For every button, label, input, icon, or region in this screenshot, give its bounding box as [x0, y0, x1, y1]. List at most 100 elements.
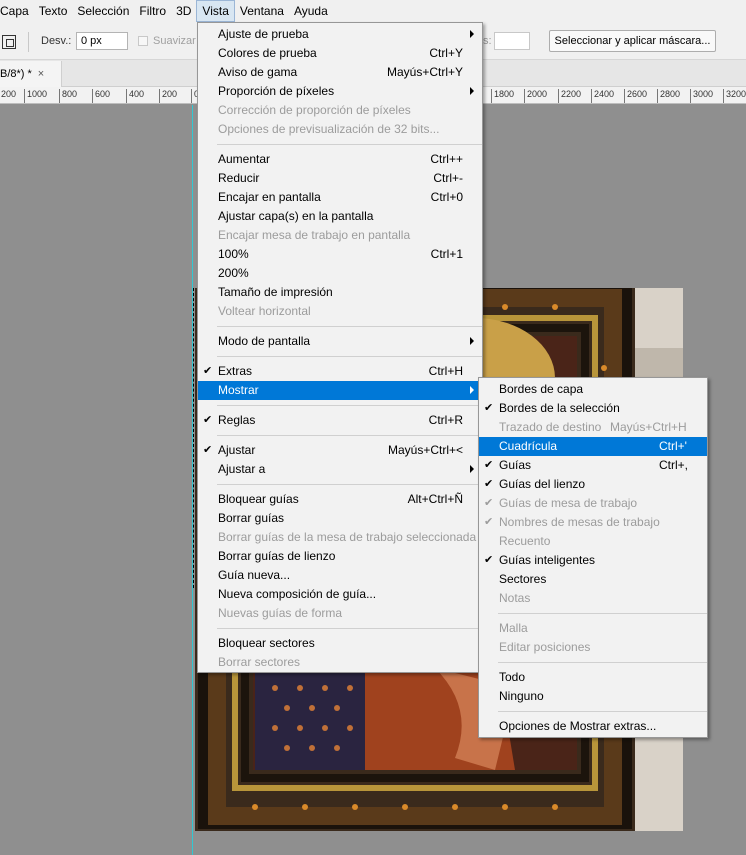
ruler-tick: 1000	[24, 89, 47, 103]
mostrar-submenu: Bordes de capa ✔ Bordes de la selección T…	[478, 377, 708, 738]
menu-item-label: Notas	[499, 591, 531, 605]
menu-filtro[interactable]: Filtro	[134, 0, 171, 22]
menu-item-shortcut: Ctrl+1	[430, 247, 463, 261]
menu-item-bloquear-sectores[interactable]: Bloquear sectores	[198, 634, 482, 653]
menu-item-encajar-mesa: Encajar mesa de trabajo en pantalla	[198, 226, 482, 245]
submenu-arrow-icon	[470, 337, 474, 345]
menu-item-guias-inteligentes[interactable]: ✔ Guías inteligentes	[479, 551, 707, 570]
menu-item-notas: Notas	[479, 589, 707, 608]
menu-item-colores-de-prueba[interactable]: Colores de prueba Ctrl+Y	[198, 44, 482, 63]
menu-item-aviso-de-gama[interactable]: Aviso de gama Mayús+Ctrl+Y	[198, 63, 482, 82]
menu-item-label: Encajar en pantalla	[218, 190, 321, 204]
menu-item-guias-lienzo[interactable]: ✔ Guías del lienzo	[479, 475, 707, 494]
ruler-tick: 3000	[690, 89, 713, 103]
menu-item-ajustar-capas[interactable]: Ajustar capa(s) en la pantalla	[198, 207, 482, 226]
menu-item-label: Colores de prueba	[218, 46, 317, 60]
menu-ventana[interactable]: Ventana	[235, 0, 289, 22]
menu-item-label: Todo	[499, 670, 526, 684]
menu-item-cuadricula[interactable]: Cuadrícula Ctrl+'	[479, 437, 707, 456]
menu-item-label: Guías inteligentes	[499, 553, 596, 567]
menu-item-opciones-mostrar-extras[interactable]: Opciones de Mostrar extras...	[479, 717, 707, 736]
menu-item-modo-de-pantalla[interactable]: Modo de pantalla	[198, 332, 482, 351]
ruler-tick: 2200	[558, 89, 581, 103]
ruler-tick: 200	[159, 89, 177, 103]
menu-item-label: Ajustar	[218, 443, 256, 457]
menu-item-tamano-impresion[interactable]: Tamaño de impresión	[198, 283, 482, 302]
menu-item-200[interactable]: 200%	[198, 264, 482, 283]
menu-item-label: Borrar guías de la mesa de trabajo selec…	[218, 530, 477, 544]
checkmark-icon: ✔	[484, 478, 494, 490]
menu-separator	[198, 430, 482, 441]
menu-item-mostrar[interactable]: Mostrar	[198, 381, 482, 400]
ruler-tick: 2600	[624, 89, 647, 103]
menu-item-encajar-en-pantalla[interactable]: Encajar en pantalla Ctrl+0	[198, 188, 482, 207]
menu-item-guias-mesa: ✔ Guías de mesa de trabajo	[479, 494, 707, 513]
menu-vista[interactable]: Vista	[196, 0, 235, 22]
menu-item-label: Cuadrícula	[499, 439, 558, 453]
menu-item-label: Reglas	[218, 413, 256, 427]
menu-item-label: Bordes de la selección	[499, 401, 620, 415]
checkmark-icon: ✔	[484, 459, 494, 471]
menu-item-label: 200%	[218, 266, 249, 280]
menu-item-sectores[interactable]: Sectores	[479, 570, 707, 589]
menu-texto[interactable]: Texto	[34, 0, 73, 22]
menu-item-todo[interactable]: Todo	[479, 668, 707, 687]
checkmark-icon: ✔	[484, 497, 494, 509]
menu-3d[interactable]: 3D	[171, 0, 196, 22]
ruler-tick: 2800	[657, 89, 680, 103]
menu-seleccion[interactable]: Selección	[72, 0, 134, 22]
menu-separator	[198, 139, 482, 150]
menu-item-label: Proporción de píxeles	[218, 84, 335, 98]
antialias-checkbox[interactable]	[138, 36, 148, 46]
menu-separator	[198, 479, 482, 490]
menu-item-bordes-seleccion[interactable]: ✔ Bordes de la selección	[479, 399, 707, 418]
menu-item-label: Ajuste de prueba	[218, 27, 309, 41]
menu-separator	[198, 351, 482, 362]
menu-item-borrar-guias-lienzo[interactable]: Borrar guías de lienzo	[198, 547, 482, 566]
menu-item-proporcion-de-pixeles[interactable]: Proporción de píxeles	[198, 82, 482, 101]
menu-separator	[479, 706, 707, 717]
close-icon[interactable]: ×	[38, 68, 44, 80]
menu-item-nueva-composicion-guia[interactable]: Nueva composición de guía...	[198, 585, 482, 604]
submenu-arrow-icon	[470, 87, 474, 95]
menu-bar: Capa Texto Selección Filtro 3D Vista Ven…	[0, 0, 746, 22]
menu-separator	[198, 400, 482, 411]
menu-item-ajustar-a[interactable]: Ajustar a	[198, 460, 482, 479]
menu-item-aumentar[interactable]: Aumentar Ctrl++	[198, 150, 482, 169]
select-and-mask-button[interactable]: Seleccionar y aplicar máscara...	[549, 30, 716, 52]
selection-mode-icon[interactable]	[2, 35, 16, 49]
menu-item-borrar-sectores: Borrar sectores	[198, 653, 482, 672]
menu-item-bordes-de-capa[interactable]: Bordes de capa	[479, 380, 707, 399]
ruler-tick: 2000	[524, 89, 547, 103]
menu-item-borrar-guias[interactable]: Borrar guías	[198, 509, 482, 528]
menu-item-reducir[interactable]: Reducir Ctrl+-	[198, 169, 482, 188]
menu-item-100[interactable]: 100% Ctrl+1	[198, 245, 482, 264]
menu-item-label: Editar posiciones	[499, 640, 591, 654]
menu-item-label: Voltear horizontal	[218, 304, 311, 318]
menu-item-guias[interactable]: ✔ Guías Ctrl+,	[479, 456, 707, 475]
menu-item-ajustar[interactable]: ✔ Ajustar Mayús+Ctrl+<	[198, 441, 482, 460]
menu-item-label: Ninguno	[499, 689, 544, 703]
menu-item-extras[interactable]: ✔ Extras Ctrl+H	[198, 362, 482, 381]
menu-item-label: Trazado de destino	[499, 420, 602, 434]
menu-separator	[479, 657, 707, 668]
menu-item-label: Bordes de capa	[499, 382, 584, 396]
menu-capa[interactable]: Capa	[0, 0, 34, 22]
menu-item-shortcut: Ctrl+H	[428, 364, 463, 378]
menu-item-reglas[interactable]: ✔ Reglas Ctrl+R	[198, 411, 482, 430]
menu-item-ninguno[interactable]: Ninguno	[479, 687, 707, 706]
menu-item-bloquear-guias[interactable]: Bloquear guías Alt+Ctrl+Ñ	[198, 490, 482, 509]
ruler-tick: 200	[0, 89, 16, 103]
checkmark-icon: ✔	[484, 402, 494, 414]
menu-item-ajuste-de-prueba[interactable]: Ajuste de prueba	[198, 25, 482, 44]
menu-ayuda[interactable]: Ayuda	[289, 0, 333, 22]
height-input[interactable]	[494, 32, 530, 50]
menu-item-label: Ajustar capa(s) en la pantalla	[218, 209, 374, 223]
menu-item-guia-nueva[interactable]: Guía nueva...	[198, 566, 482, 585]
checkmark-icon: ✔	[484, 554, 494, 566]
antialias-label: Suavizar	[153, 35, 196, 47]
document-tab[interactable]: B/8*) * ×	[0, 61, 62, 87]
menu-item-label: Extras	[218, 364, 253, 378]
feather-input[interactable]: 0 px	[76, 32, 128, 50]
menu-item-label: Corrección de proporción de píxeles	[218, 103, 411, 117]
